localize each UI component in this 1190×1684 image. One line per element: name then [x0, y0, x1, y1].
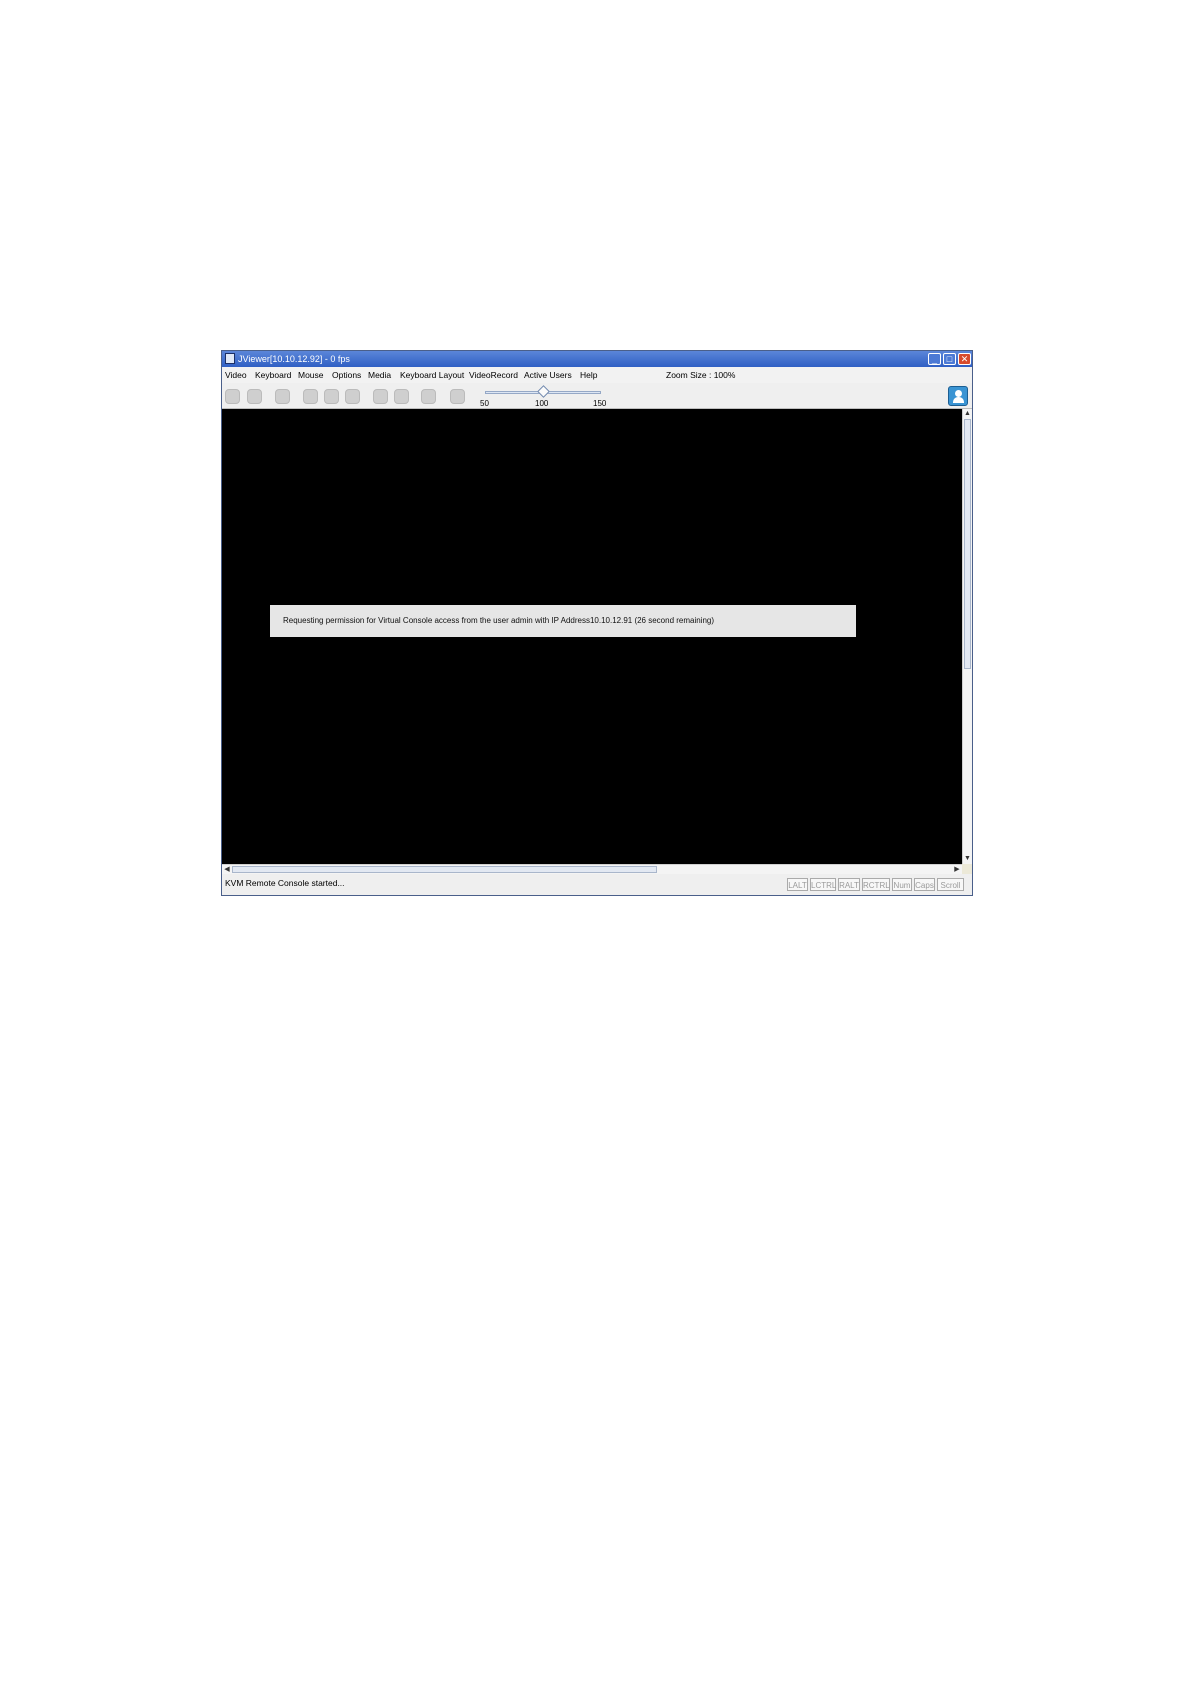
toolbar-button-1[interactable] — [225, 389, 240, 404]
key-indicator-caps[interactable]: Caps — [914, 878, 935, 891]
menu-mouse[interactable]: Mouse — [298, 367, 324, 383]
slider-tick-label: 150 — [593, 399, 607, 408]
key-indicator-lalt[interactable]: LALT — [787, 878, 808, 891]
key-indicator-num[interactable]: Num — [892, 878, 912, 891]
vertical-scroll-thumb[interactable] — [964, 419, 971, 669]
key-indicator-ralt[interactable]: RALT — [838, 878, 860, 891]
key-indicator-rctrl[interactable]: RCTRL — [862, 878, 890, 891]
toolbar-button-10[interactable] — [450, 389, 465, 404]
slider-tick-label: 100 — [535, 399, 549, 408]
title-bar[interactable]: JViewer[10.10.12.92] - 0 fps _ □ ✕ — [222, 351, 972, 367]
permission-request-banner: Requesting permission for Virtual Consol… — [270, 605, 856, 637]
kvm-viewer-window: JViewer[10.10.12.92] - 0 fps _ □ ✕ Video… — [221, 350, 973, 896]
zoom-slider-thumb[interactable] — [537, 385, 550, 398]
active-users-button[interactable] — [948, 386, 968, 406]
toolbar-button-4[interactable] — [303, 389, 318, 404]
scroll-right-icon[interactable]: ▶ — [952, 865, 962, 874]
vertical-scrollbar[interactable]: ▲ ▼ — [962, 409, 972, 864]
menu-media[interactable]: Media — [368, 367, 391, 383]
horizontal-scrollbar[interactable]: ◀ ▶ — [222, 864, 962, 874]
minimize-button[interactable]: _ — [928, 353, 941, 365]
user-icon — [955, 390, 962, 397]
zoom-size-label: Zoom Size : 100% — [666, 370, 736, 380]
menu-active-users[interactable]: Active Users — [524, 367, 572, 383]
scroll-left-icon[interactable]: ◀ — [222, 865, 232, 874]
status-bar: KVM Remote Console started... LALT LCTRL… — [222, 874, 972, 895]
scroll-down-icon[interactable]: ▼ — [963, 854, 972, 864]
close-button[interactable]: ✕ — [958, 353, 971, 365]
scroll-up-icon[interactable]: ▲ — [963, 409, 972, 419]
menu-videorecord[interactable]: VideoRecord — [469, 367, 518, 383]
window-title: JViewer[10.10.12.92] - 0 fps — [238, 354, 350, 364]
menu-video[interactable]: Video — [225, 367, 247, 383]
toolbar: 50 100 150 — [222, 383, 972, 409]
menu-bar: Video Keyboard Mouse Options Media Keybo… — [222, 367, 972, 383]
menu-help[interactable]: Help — [580, 367, 597, 383]
toolbar-button-8[interactable] — [394, 389, 409, 404]
slider-tick-label: 50 — [480, 399, 489, 408]
toolbar-button-6[interactable] — [345, 389, 360, 404]
key-indicator-lctrl[interactable]: LCTRL — [810, 878, 836, 891]
toolbar-button-7[interactable] — [373, 389, 388, 404]
menu-keyboard-layout[interactable]: Keyboard Layout — [400, 367, 464, 383]
remote-screen[interactable]: Requesting permission for Virtual Consol… — [222, 409, 962, 864]
key-indicator-scroll[interactable]: Scroll — [937, 878, 964, 891]
status-message: KVM Remote Console started... — [225, 878, 345, 888]
toolbar-button-5[interactable] — [324, 389, 339, 404]
menu-keyboard[interactable]: Keyboard — [255, 367, 291, 383]
horizontal-scroll-thumb[interactable] — [232, 866, 657, 873]
toolbar-button-3[interactable] — [275, 389, 290, 404]
toolbar-button-9[interactable] — [421, 389, 436, 404]
app-icon — [225, 353, 235, 364]
maximize-button[interactable]: □ — [943, 353, 956, 365]
permission-request-message: Requesting permission for Virtual Consol… — [283, 616, 715, 625]
toolbar-button-2[interactable] — [247, 389, 262, 404]
menu-options[interactable]: Options — [332, 367, 361, 383]
